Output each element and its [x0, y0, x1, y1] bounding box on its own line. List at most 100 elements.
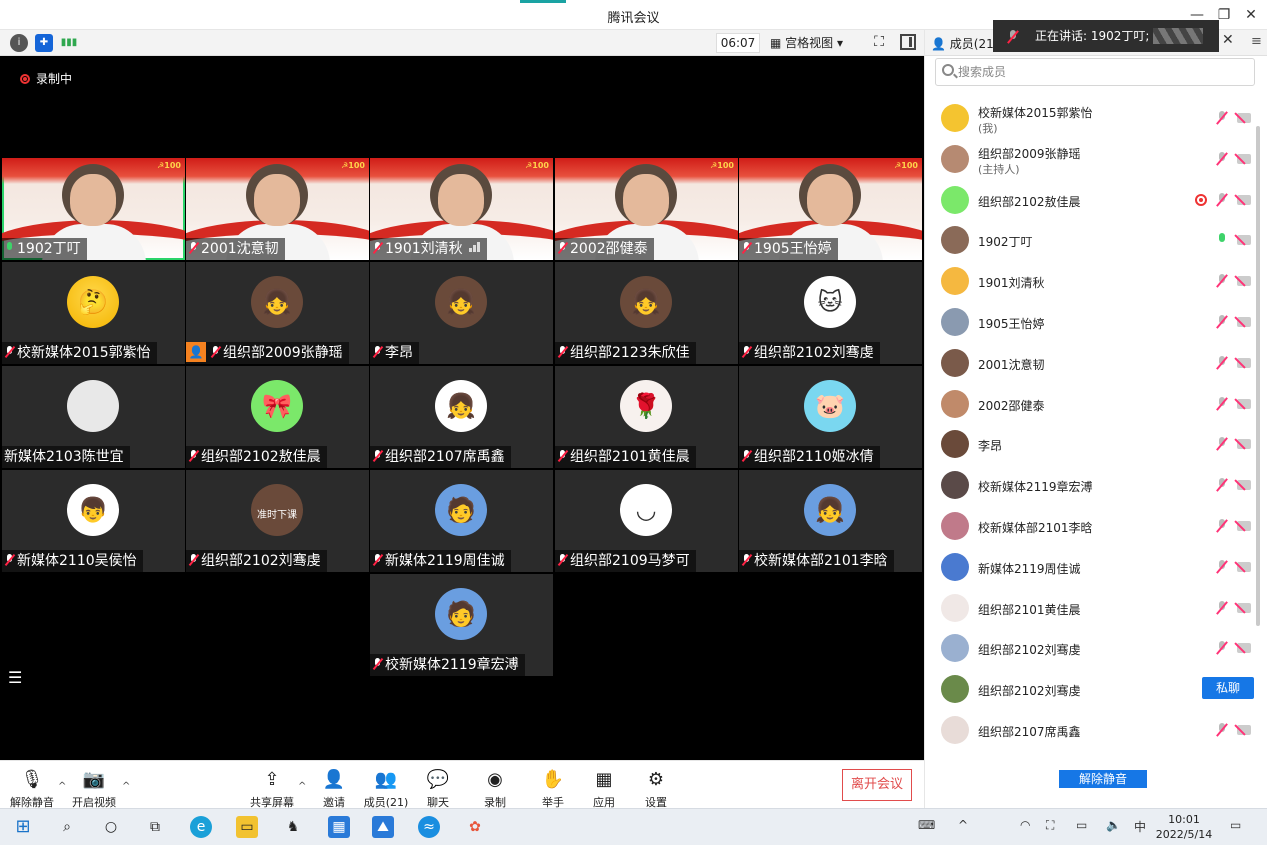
member-list-item[interactable]: 2001沈意韧: [925, 343, 1255, 383]
member-list-item[interactable]: 李昂: [925, 424, 1255, 464]
start-video-button[interactable]: 📷 开启视频: [66, 769, 122, 810]
mic-off-icon[interactable]: [1216, 723, 1228, 737]
close-icon[interactable]: ✕: [1240, 4, 1262, 26]
video-tile[interactable]: ☭100 2001沈意韧: [186, 158, 369, 260]
network-icon[interactable]: ⛶: [1046, 818, 1054, 833]
tencent-meeting-icon[interactable]: ≈: [418, 816, 440, 838]
menu-icon[interactable]: ≡: [1251, 34, 1262, 49]
task-view-icon[interactable]: ⧉: [144, 816, 166, 838]
members-button[interactable]: 👥 成员(21): [358, 769, 414, 810]
leave-meeting-button[interactable]: 离开会议: [842, 769, 912, 801]
search-input[interactable]: [958, 63, 1248, 81]
video-tile[interactable]: ☭100 1901刘清秋: [370, 158, 553, 260]
video-tile[interactable]: 👧 组织部2107席禹鑫: [370, 366, 553, 468]
video-tile[interactable]: 🐷 组织部2110姬冰倩: [739, 366, 922, 468]
video-tile[interactable]: 👧 校新媒体部2101李晗: [739, 470, 922, 572]
photos-icon[interactable]: ⛰: [372, 816, 394, 838]
camera-off-icon[interactable]: [1237, 276, 1251, 287]
member-list-item[interactable]: 校新媒体部2101李晗: [925, 506, 1255, 546]
video-tile[interactable]: 准时下课 组织部2102刘骞虔: [186, 470, 369, 572]
mic-off-icon[interactable]: [1216, 111, 1228, 125]
video-tile[interactable]: 🐱 组织部2102刘骞虔: [739, 262, 922, 364]
member-list-item[interactable]: 组织部2107席禹鑫: [925, 710, 1255, 750]
invite-button[interactable]: 👤 邀请: [306, 769, 362, 810]
app-icon[interactable]: ✿: [464, 816, 486, 838]
windows-start-icon[interactable]: ⊞: [12, 816, 34, 838]
mic-off-icon[interactable]: [1216, 478, 1228, 492]
unmute-button[interactable]: 🎙 解除静音: [4, 769, 60, 810]
chevron-up-icon[interactable]: ^: [958, 818, 968, 832]
camera-off-icon[interactable]: [1237, 561, 1251, 572]
signal-icon[interactable]: ▮▮▮: [60, 34, 78, 52]
member-list-item[interactable]: 组织部2101黄佳晨: [925, 588, 1255, 628]
fullscreen-icon[interactable]: ⛶: [870, 33, 888, 51]
info-icon[interactable]: i: [10, 34, 28, 52]
ime-indicator[interactable]: 中: [1134, 818, 1146, 835]
camera-off-icon[interactable]: [1237, 357, 1251, 368]
list-icon[interactable]: ☰: [8, 668, 30, 688]
mic-off-icon[interactable]: [1216, 559, 1228, 574]
camera-off-icon[interactable]: [1237, 194, 1251, 205]
member-list-scrollbar[interactable]: [1256, 126, 1260, 626]
chat-button[interactable]: 💬 聊天: [410, 769, 466, 810]
camera-off-icon[interactable]: [1237, 602, 1251, 613]
raise-hand-button[interactable]: ✋ 举手: [525, 769, 581, 810]
camera-off-icon[interactable]: [1237, 113, 1251, 123]
wifi-icon[interactable]: ◠: [1020, 818, 1030, 832]
sidebar-toggle-icon[interactable]: [900, 34, 916, 50]
view-mode-button[interactable]: ▦ 宫格视图 ▾: [770, 33, 858, 53]
camera-off-icon[interactable]: [1237, 153, 1251, 164]
member-list-item[interactable]: 组织部2102刘骞虔: [925, 628, 1255, 668]
video-tile[interactable]: ☭100 1902丁叮: [2, 158, 185, 260]
video-tile[interactable]: 🧑 校新媒体2119章宏溥: [370, 574, 553, 676]
member-list-item[interactable]: 1905王怡婷: [925, 302, 1255, 342]
mic-off-icon[interactable]: [1216, 192, 1228, 207]
battery-icon[interactable]: ▭: [1076, 818, 1087, 832]
mic-off-icon[interactable]: [1216, 396, 1228, 411]
camera-off-icon[interactable]: [1237, 317, 1251, 327]
member-list-item[interactable]: 校新媒体2015郭紫怡 (我): [925, 98, 1255, 138]
apps-button[interactable]: ▦ 应用: [576, 769, 632, 810]
member-search[interactable]: [935, 58, 1255, 86]
close-panel-icon[interactable]: ✕: [1222, 32, 1234, 48]
camera-off-icon[interactable]: [1237, 725, 1251, 735]
system-clock[interactable]: 10:01 2022/5/14: [1152, 812, 1216, 842]
store-icon[interactable]: ▦: [328, 816, 350, 838]
search-icon[interactable]: ⌕: [56, 816, 78, 838]
video-tile[interactable]: 🎀 组织部2102敖佳晨: [186, 366, 369, 468]
app-icon[interactable]: ♞: [282, 816, 304, 838]
video-tile[interactable]: 👧 李昂: [370, 262, 553, 364]
member-list-item[interactable]: 新媒体2119周佳诚: [925, 547, 1255, 587]
camera-off-icon[interactable]: [1237, 480, 1251, 491]
notification-icon[interactable]: ▭: [1230, 818, 1241, 832]
video-tile[interactable]: 🧑 新媒体2119周佳诚: [370, 470, 553, 572]
settings-button[interactable]: ⚙ 设置: [628, 769, 684, 810]
mic-off-icon[interactable]: [1216, 641, 1228, 655]
mic-off-icon[interactable]: [1216, 315, 1228, 329]
video-tile[interactable]: 👧 组织部2123朱欣佳: [555, 262, 738, 364]
member-list-item[interactable]: 2002邵健泰: [925, 384, 1255, 424]
members-tab[interactable]: 👤 成员(21): [931, 35, 998, 52]
cortana-icon[interactable]: ○: [100, 816, 122, 838]
volume-icon[interactable]: 🔈: [1106, 818, 1121, 832]
video-tile[interactable]: ◡ 组织部2109马梦可: [555, 470, 738, 572]
keyboard-icon[interactable]: ⌨: [918, 818, 935, 832]
mic-off-icon[interactable]: [1216, 355, 1228, 370]
camera-off-icon[interactable]: [1237, 398, 1251, 409]
shield-icon[interactable]: ✚: [35, 34, 53, 52]
video-tile[interactable]: 👧 👤 组织部2009张静瑶: [186, 262, 369, 364]
record-button[interactable]: ◉ 录制: [467, 769, 523, 810]
mic-off-icon[interactable]: [1216, 151, 1228, 166]
member-list-item[interactable]: 组织部2102敖佳晨: [925, 180, 1255, 220]
camera-off-icon[interactable]: [1237, 439, 1251, 450]
mic-off-icon[interactable]: [1216, 519, 1228, 533]
video-tile[interactable]: 🌹 组织部2101黄佳晨: [555, 366, 738, 468]
video-tile[interactable]: 🤔 校新媒体2015郭紫怡: [2, 262, 185, 364]
camera-off-icon[interactable]: [1237, 235, 1251, 246]
mic-off-icon[interactable]: [1216, 600, 1228, 615]
mic-off-icon[interactable]: [1216, 274, 1228, 288]
edge-browser-icon[interactable]: e: [190, 816, 212, 838]
video-tile[interactable]: 新媒体2103陈世宜: [2, 366, 185, 468]
member-list-item[interactable]: 校新媒体2119章宏溥: [925, 465, 1255, 505]
camera-off-icon[interactable]: [1237, 521, 1251, 531]
